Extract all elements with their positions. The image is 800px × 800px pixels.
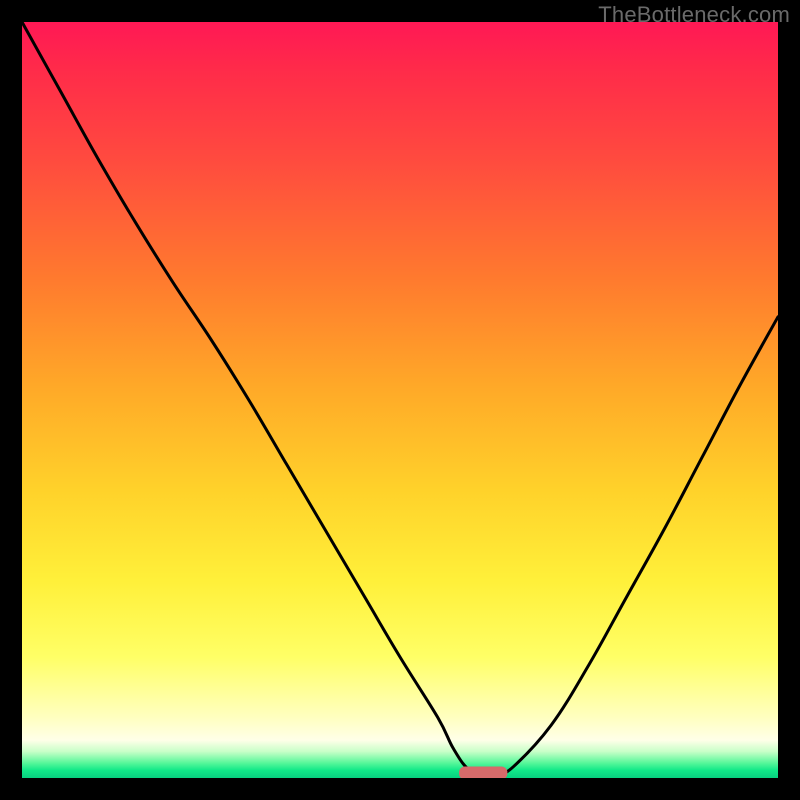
bottleneck-curve [22, 22, 778, 774]
watermark-text: TheBottleneck.com [598, 2, 790, 28]
min-marker [459, 767, 507, 779]
chart-frame [22, 22, 778, 778]
curve-layer [22, 22, 778, 778]
